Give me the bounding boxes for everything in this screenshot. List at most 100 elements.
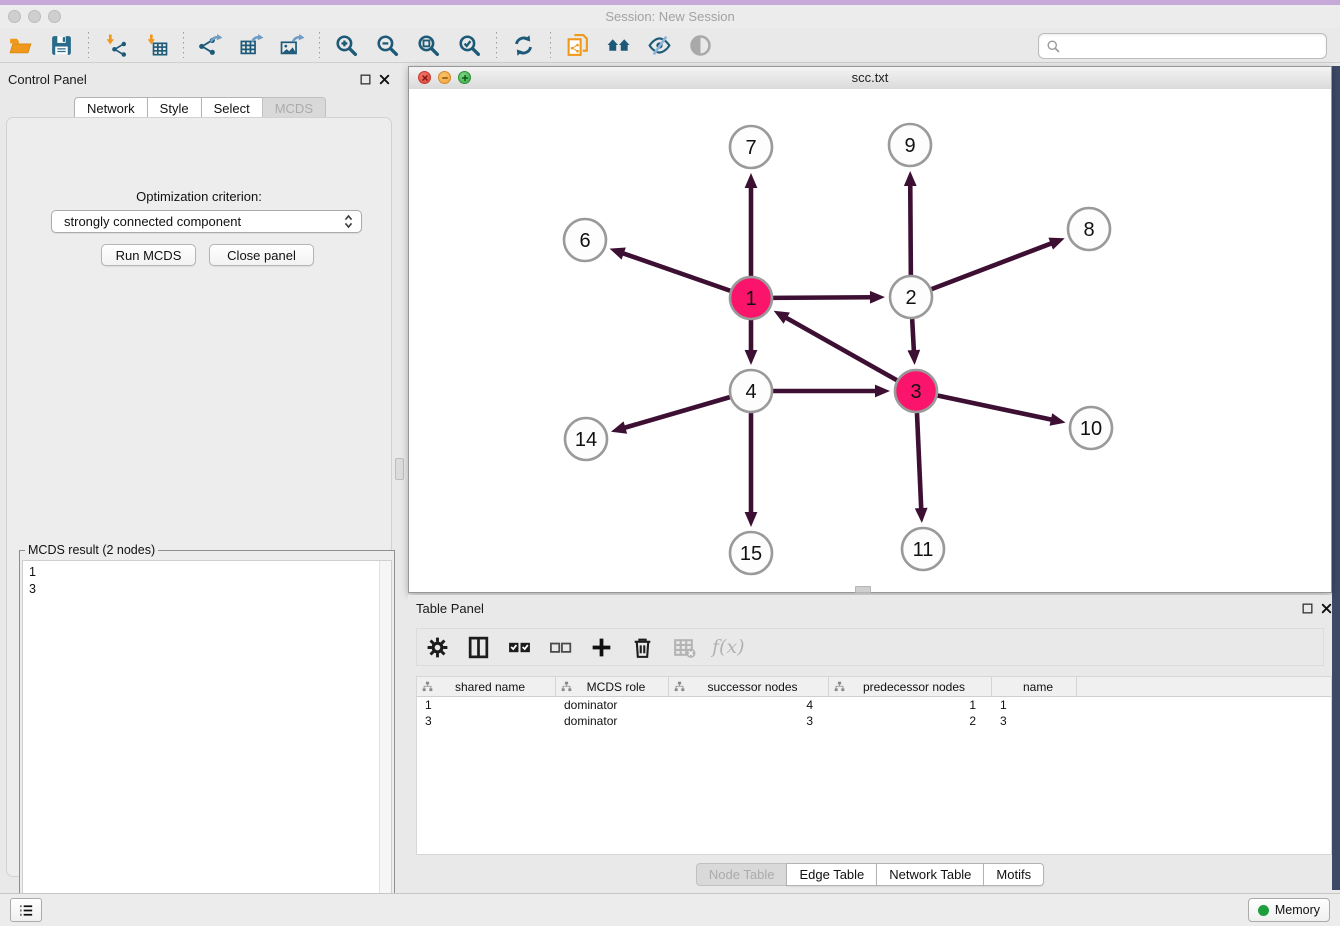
network-window-title: scc.txt bbox=[409, 70, 1331, 85]
select-all-icon[interactable] bbox=[506, 634, 533, 661]
graph-edge-3-10[interactable] bbox=[938, 396, 1054, 421]
clone-network-icon[interactable] bbox=[564, 32, 591, 59]
edge-arrowhead bbox=[1050, 413, 1066, 426]
task-history-button[interactable] bbox=[10, 898, 42, 922]
add-column-icon[interactable] bbox=[588, 634, 615, 661]
column-header-MCDS-role[interactable]: MCDS role bbox=[556, 677, 669, 696]
save-session-icon[interactable] bbox=[48, 32, 75, 59]
titlebar: Session: New Session bbox=[0, 5, 1340, 29]
refresh-layout-icon[interactable] bbox=[510, 32, 537, 59]
graph-node-label: 3 bbox=[910, 381, 921, 403]
toolbar-separator bbox=[496, 32, 497, 58]
table-cell: 3 bbox=[992, 714, 1077, 728]
table-row[interactable]: 1dominator411 bbox=[417, 697, 1331, 713]
panel-divider-handle[interactable] bbox=[395, 458, 404, 480]
graph-edge-2-8[interactable] bbox=[932, 243, 1054, 290]
column-header-name[interactable]: name bbox=[992, 677, 1077, 696]
control-panel-title: Control Panel bbox=[8, 72, 87, 87]
search-input[interactable] bbox=[1065, 35, 1326, 57]
first-neighbors-icon[interactable] bbox=[605, 32, 632, 59]
graph-edge-1-6[interactable] bbox=[621, 253, 730, 291]
float-panel-icon[interactable] bbox=[359, 73, 372, 86]
list-icon bbox=[18, 902, 35, 919]
memory-button-label: Memory bbox=[1275, 903, 1320, 917]
run-mcds-button[interactable]: Run MCDS bbox=[101, 244, 196, 266]
table-cell: 1 bbox=[829, 698, 992, 712]
mcds-result-fieldset: MCDS result (2 nodes) 1 3 bbox=[19, 550, 395, 926]
table-cell: 1 bbox=[417, 698, 556, 712]
edge-arrowhead bbox=[745, 173, 758, 188]
import-network-icon[interactable] bbox=[102, 32, 129, 59]
search-icon bbox=[1046, 39, 1061, 54]
zoom-out-icon[interactable] bbox=[374, 32, 401, 59]
hide-details-icon[interactable] bbox=[646, 32, 673, 59]
column-header-predecessor-nodes[interactable]: predecessor nodes bbox=[829, 677, 992, 696]
table-settings-icon[interactable] bbox=[424, 634, 451, 661]
toolbar-separator bbox=[183, 32, 184, 58]
criterion-dropdown-value: strongly connected component bbox=[64, 214, 341, 229]
graph-node-label: 8 bbox=[1083, 219, 1094, 241]
mcds-result-list[interactable]: 1 3 bbox=[22, 560, 392, 923]
close-table-panel-icon[interactable] bbox=[1320, 602, 1333, 615]
control-panel: Control Panel NetworkStyleSelectMCDS Opt… bbox=[0, 66, 400, 880]
close-panel-icon[interactable] bbox=[378, 73, 391, 86]
table-cell: dominator bbox=[556, 698, 669, 712]
zoom-fit-icon[interactable] bbox=[415, 32, 442, 59]
tab-node-table[interactable]: Node Table bbox=[696, 863, 788, 886]
search-box[interactable] bbox=[1038, 33, 1327, 59]
edge-arrowhead bbox=[907, 350, 920, 365]
unselect-all-icon[interactable] bbox=[547, 634, 574, 661]
optimization-criterion-label: Optimization criterion: bbox=[7, 189, 391, 204]
tab-network-table[interactable]: Network Table bbox=[876, 863, 984, 886]
export-image-icon[interactable] bbox=[279, 32, 306, 59]
graph-node-label: 9 bbox=[904, 135, 915, 157]
float-table-panel-icon[interactable] bbox=[1301, 602, 1314, 615]
network-window-resize-handle[interactable] bbox=[855, 586, 871, 593]
result-scrollbar[interactable] bbox=[379, 561, 391, 922]
table-row[interactable]: 3dominator323 bbox=[417, 713, 1331, 729]
edge-arrowhead bbox=[610, 247, 626, 259]
graph-edge-3-11[interactable] bbox=[917, 413, 921, 511]
network-window-titlebar[interactable]: scc.txt bbox=[409, 67, 1331, 90]
desktop-background-right bbox=[1332, 66, 1340, 890]
zoom-in-icon[interactable] bbox=[333, 32, 360, 59]
graph-edge-2-3[interactable] bbox=[912, 319, 914, 353]
node-table-body: 1dominator4113dominator323 bbox=[417, 697, 1331, 729]
network-canvas[interactable]: 1234678910111415 bbox=[409, 89, 1331, 592]
export-network-icon[interactable] bbox=[197, 32, 224, 59]
export-table-icon[interactable] bbox=[238, 32, 265, 59]
table-panel-tabs: Node TableEdge TableNetwork TableMotifs bbox=[408, 863, 1332, 886]
graph-edge-2-9[interactable] bbox=[910, 183, 911, 275]
tab-motifs[interactable]: Motifs bbox=[983, 863, 1044, 886]
edge-arrowhead bbox=[1048, 238, 1064, 250]
graph-edge-4-14[interactable] bbox=[622, 397, 729, 428]
edge-arrowhead bbox=[870, 291, 885, 304]
edge-arrowhead bbox=[745, 350, 758, 365]
graph-node-label: 10 bbox=[1080, 418, 1102, 440]
show-columns-icon[interactable] bbox=[465, 634, 492, 661]
graph-edge-1-2[interactable] bbox=[773, 297, 873, 298]
open-session-icon[interactable] bbox=[7, 32, 34, 59]
close-panel-button[interactable]: Close panel bbox=[209, 244, 314, 266]
table-panel: Table Panel f(x) shared name MCDS role bbox=[408, 595, 1332, 890]
tree-column-icon bbox=[422, 681, 433, 692]
session-title: Session: New Session bbox=[0, 9, 1340, 24]
dropdown-stepper-icon bbox=[341, 213, 356, 230]
memory-button[interactable]: Memory bbox=[1248, 898, 1330, 922]
graph-node-label: 14 bbox=[575, 429, 597, 451]
column-header-successor-nodes[interactable]: successor nodes bbox=[669, 677, 829, 696]
delete-column-icon[interactable] bbox=[629, 634, 656, 661]
graph-node-label: 2 bbox=[905, 287, 916, 309]
import-table-icon[interactable] bbox=[143, 32, 170, 59]
column-header-shared-name[interactable]: shared name bbox=[417, 677, 556, 696]
tab-edge-table[interactable]: Edge Table bbox=[786, 863, 877, 886]
graph-edge-3-1[interactable] bbox=[784, 317, 897, 381]
edge-arrowhead bbox=[915, 508, 928, 523]
tree-column-icon bbox=[561, 681, 572, 692]
node-table[interactable]: shared name MCDS role successor nodes pr… bbox=[416, 676, 1332, 855]
criterion-dropdown[interactable]: strongly connected component bbox=[51, 210, 362, 233]
function-builder-icon-disabled: f(x) bbox=[712, 636, 745, 658]
zoom-selected-icon[interactable] bbox=[456, 32, 483, 59]
toolbar-separator bbox=[550, 32, 551, 58]
edge-arrowhead bbox=[875, 385, 890, 398]
